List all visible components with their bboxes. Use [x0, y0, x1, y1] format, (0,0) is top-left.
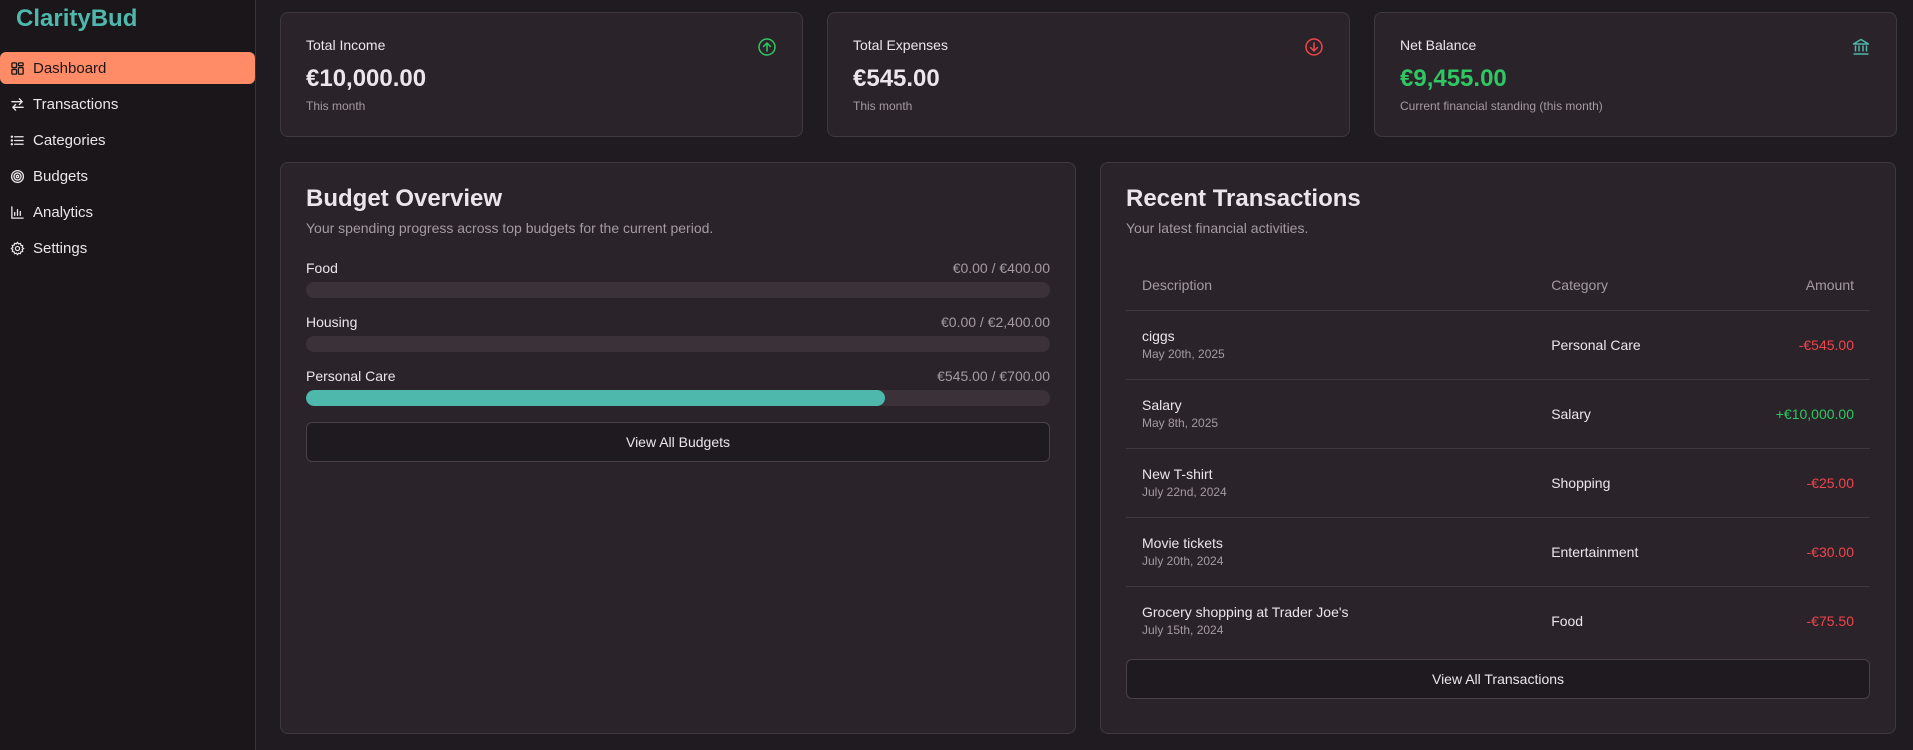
column-header-description[interactable]: Description [1126, 260, 1536, 311]
transaction-description: Salary [1142, 397, 1182, 413]
sidebar-item-dashboard[interactable]: Dashboard [0, 52, 255, 84]
transactions-table: Description Category Amount ciggs May 20t… [1126, 260, 1870, 655]
table-header-row: Description Category Amount [1126, 260, 1870, 311]
transaction-amount: -€545.00 [1721, 310, 1870, 380]
bank-icon [1851, 37, 1871, 57]
sidebar-item-transactions[interactable]: Transactions [0, 88, 255, 120]
app-root: ClarityBud Dashboard Transactions Catego… [0, 0, 1913, 750]
budget-name: Housing [306, 314, 358, 330]
transaction-amount: +€10,000.00 [1721, 379, 1870, 449]
sidebar-item-label: Transactions [33, 95, 119, 113]
gear-icon [9, 240, 25, 256]
sidebar-item-label: Budgets [33, 167, 89, 185]
stat-value: €9,455.00 [1400, 65, 1507, 92]
budget-name: Food [306, 260, 338, 276]
stat-title: Total Expenses [853, 37, 948, 53]
view-all-transactions-button[interactable]: View All Transactions [1126, 659, 1870, 699]
transaction-date: July 22nd, 2024 [1142, 485, 1227, 499]
list-icon [9, 132, 25, 148]
column-header-amount[interactable]: Amount [1721, 260, 1870, 311]
transaction-description: Grocery shopping at Trader Joe's [1142, 604, 1349, 621]
transaction-category: Salary [1535, 379, 1722, 449]
budget-progress-bar [306, 336, 1050, 352]
transaction-description: ciggs [1142, 328, 1175, 344]
brand-logo[interactable]: ClarityBud [0, 6, 255, 40]
table-row[interactable]: Movie tickets July 20th, 2024 Entertainme… [1126, 517, 1870, 587]
stat-value: €545.00 [853, 65, 940, 92]
stat-subtitle: This month [853, 99, 913, 113]
table-row[interactable]: New T-shirt July 22nd, 2024 Shopping -€25… [1126, 448, 1870, 518]
transaction-date: July 15th, 2024 [1142, 623, 1224, 638]
budget-amount: €0.00 / €2,400.00 [941, 314, 1050, 330]
budget-amount: €0.00 / €400.00 [952, 260, 1050, 276]
arrows-left-right-icon [9, 96, 25, 112]
sidebar-item-label: Dashboard [33, 59, 107, 77]
sidebar: ClarityBud Dashboard Transactions Catego… [0, 0, 256, 750]
arrow-down-circle-icon [1304, 37, 1324, 57]
transaction-category: Personal Care [1535, 310, 1722, 380]
panels-row: Budget Overview Your spending progress a… [280, 162, 1897, 734]
stat-card-expenses: Total Expenses €545.00 This month [827, 12, 1350, 137]
main-content: Total Income €10,000.00 This month Total… [256, 0, 1913, 750]
transaction-amount: -€30.00 [1721, 517, 1870, 587]
target-icon [9, 168, 25, 184]
stat-title: Net Balance [1400, 37, 1477, 53]
budget-name: Personal Care [306, 368, 396, 384]
transaction-category: Food [1551, 612, 1584, 629]
budget-item-food: Food €0.00 / €400.00 [306, 260, 1050, 298]
arrow-up-circle-icon [757, 37, 777, 57]
budget-progress-fill [306, 390, 886, 406]
transaction-date: May 8th, 2025 [1142, 416, 1219, 430]
column-header-category[interactable]: Category [1535, 260, 1722, 311]
sidebar-item-label: Categories [33, 131, 106, 149]
transaction-description: New T-shirt [1142, 466, 1213, 482]
sidebar-item-settings[interactable]: Settings [0, 232, 255, 264]
budget-progress-bar [306, 390, 1050, 406]
sidebar-item-budgets[interactable]: Budgets [0, 160, 255, 192]
transaction-category: Shopping [1535, 448, 1722, 518]
stat-subtitle: Current financial standing (this month) [1400, 99, 1603, 113]
budget-progress-bar [306, 282, 1050, 298]
panel-title: Recent Transactions [1126, 185, 1361, 212]
recent-transactions-panel: Recent Transactions Your latest financia… [1100, 162, 1896, 734]
dashboard-icon [9, 60, 25, 76]
panel-description: Your latest financial activities. [1126, 220, 1309, 236]
stat-title: Total Income [306, 37, 386, 53]
stats-row: Total Income €10,000.00 This month Total… [280, 12, 1897, 137]
stat-value: €10,000.00 [306, 65, 427, 92]
table-row[interactable]: Salary May 8th, 2025 Salary +€10,000.00 [1126, 379, 1870, 449]
transaction-category: Entertainment [1535, 517, 1722, 587]
table-row[interactable]: ciggs May 20th, 2025 Personal Care -€545.… [1126, 310, 1870, 380]
bar-chart-icon [9, 204, 25, 220]
sidebar-item-analytics[interactable]: Analytics [0, 196, 255, 228]
stat-subtitle: This month [306, 99, 366, 113]
sidebar-item-label: Settings [33, 239, 88, 257]
panel-description: Your spending progress across top budget… [306, 220, 714, 236]
transaction-date: May 20th, 2025 [1142, 347, 1225, 361]
sidebar-item-label: Analytics [33, 203, 94, 221]
transaction-amount: -€25.00 [1721, 448, 1870, 518]
stat-card-income: Total Income €10,000.00 This month [280, 12, 803, 137]
budget-item-personal-care: Personal Care €545.00 / €700.00 [306, 368, 1050, 406]
panel-title: Budget Overview [306, 185, 503, 212]
budget-amount: €545.00 / €700.00 [937, 368, 1050, 384]
table-row[interactable]: Grocery shopping at Trader Joe's July 15t… [1126, 586, 1870, 655]
budget-overview-panel: Budget Overview Your spending progress a… [280, 162, 1076, 734]
transaction-date: July 20th, 2024 [1142, 554, 1224, 568]
sidebar-item-categories[interactable]: Categories [0, 124, 255, 156]
transaction-description: Movie tickets [1142, 535, 1223, 551]
view-all-budgets-button[interactable]: View All Budgets [306, 422, 1050, 462]
budget-item-housing: Housing €0.00 / €2,400.00 [306, 314, 1050, 352]
stat-card-net-balance: Net Balance €9,455.00 Current financial … [1374, 12, 1897, 137]
transaction-amount: -€75.50 [1806, 612, 1854, 629]
